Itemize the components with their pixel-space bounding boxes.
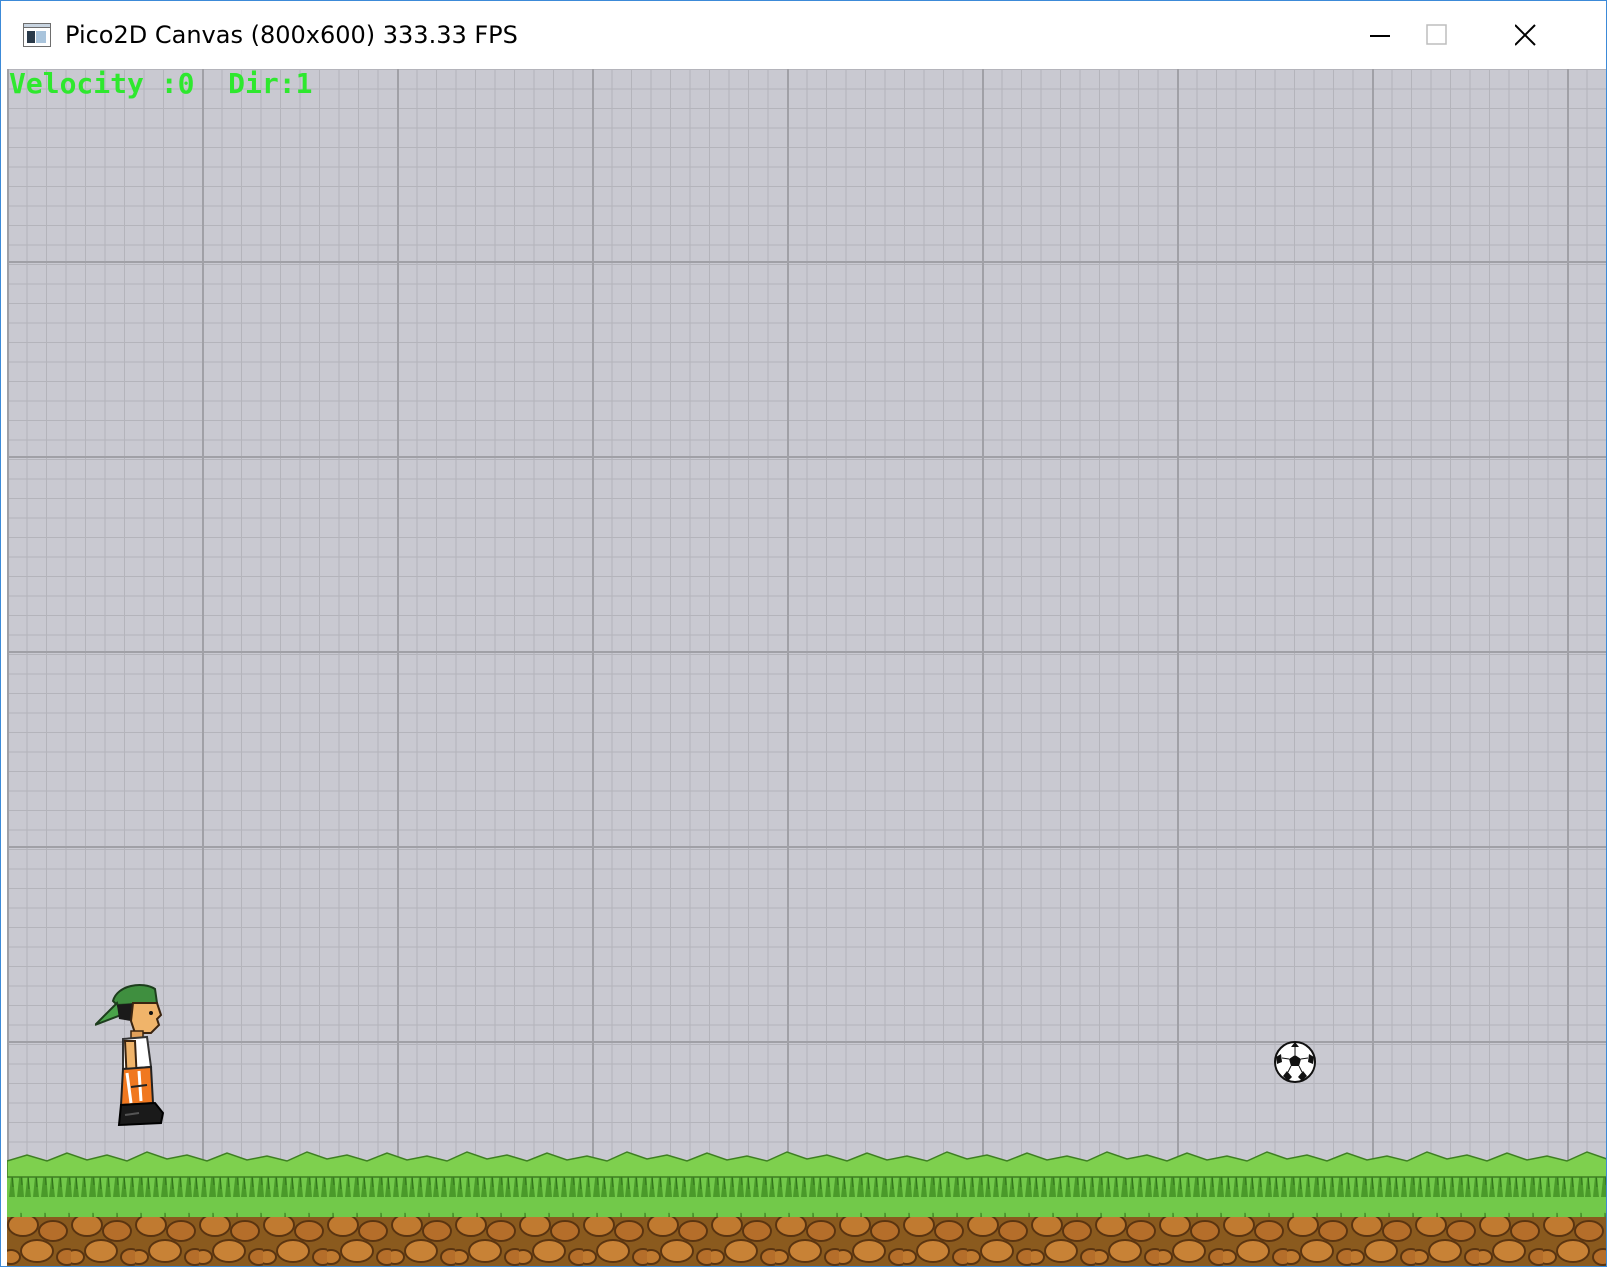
title-bar[interactable]: Pico2D Canvas (800x600) 333.33 FPS [1, 1, 1606, 69]
soccer-ball [1274, 1041, 1316, 1083]
minimize-icon [1370, 35, 1390, 37]
hud-status-text: Velocity :0 Dir:1 [9, 69, 313, 100]
grass-ground [7, 1151, 1606, 1266]
minimize-button[interactable] [1334, 1, 1426, 69]
app-window: Pico2D Canvas (800x600) 333.33 FPS Veloc… [0, 0, 1607, 1267]
game-canvas[interactable]: Velocity :0 Dir:1 [7, 69, 1606, 1266]
maximize-button[interactable] [1426, 1, 1518, 69]
close-button[interactable] [1515, 1, 1606, 69]
player-character [95, 984, 165, 1127]
close-icon [1515, 24, 1536, 46]
window-title: Pico2D Canvas (800x600) 333.33 FPS [65, 21, 518, 49]
maximize-icon [1426, 24, 1447, 45]
app-icon [23, 23, 51, 47]
